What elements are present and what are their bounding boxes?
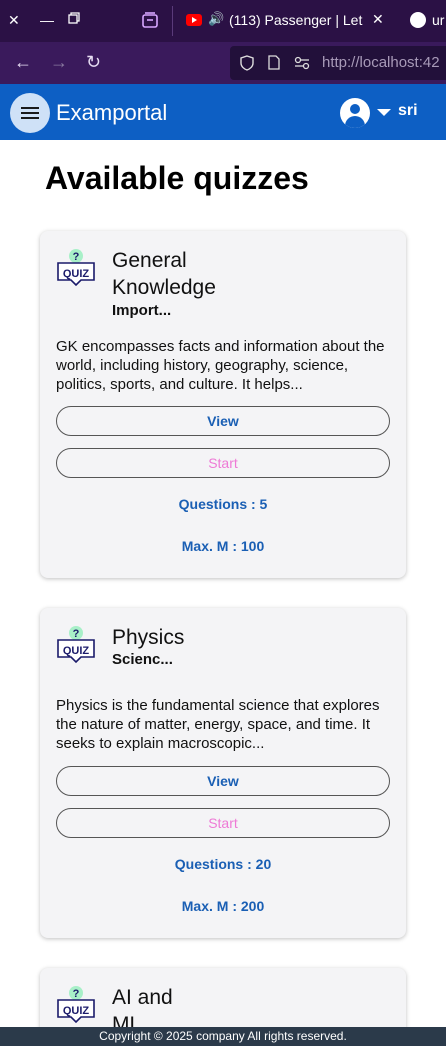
menu-icon [21, 107, 39, 109]
svg-text:?: ? [73, 988, 80, 1000]
tab-title[interactable]: (113) Passenger | Let H [229, 12, 365, 28]
youtube-icon [186, 14, 202, 26]
quiz-title: General Knowledge [112, 249, 216, 299]
window-minimize-icon[interactable]: — [40, 12, 54, 28]
svg-text:?: ? [73, 628, 80, 640]
username[interactable]: sri [398, 102, 418, 120]
start-button[interactable]: Start [56, 448, 390, 478]
permissions-icon[interactable] [294, 56, 310, 70]
app-header: Examportal sri [0, 84, 446, 140]
back-arrow-icon[interactable]: ← [14, 52, 32, 73]
browser-nav-bar: ← → ↻ http://localhost:42 [0, 42, 446, 84]
quiz-card: ? QUIZ General Knowledge Import... GK en… [40, 231, 406, 578]
account-icon[interactable] [340, 98, 370, 128]
forward-arrow-icon[interactable]: → [50, 52, 68, 73]
page-icon [268, 55, 280, 70]
quiz-category: Scienc... [112, 651, 173, 668]
caret-down-icon[interactable] [377, 109, 391, 116]
page-title: Available quizzes [45, 160, 309, 196]
quiz-card: ? QUIZ Physics Scienc... Physics is the … [40, 608, 406, 938]
tab-separator [172, 6, 173, 36]
menu-button[interactable] [10, 93, 50, 133]
footer: Copyright © 2025 company All rights rese… [0, 1027, 446, 1046]
reload-icon[interactable]: ↻ [86, 52, 101, 73]
tab-close-icon[interactable]: ✕ [372, 11, 384, 28]
max-marks: Max. M : 100 [181, 538, 265, 554]
svg-text:QUIZ: QUIZ [63, 1005, 90, 1017]
tab2-title[interactable]: ur [432, 12, 444, 28]
browser-tab-bar: ✕ — 🔊 (113) Passenger | Let H ✕ ur [0, 0, 446, 42]
view-button[interactable]: View [56, 406, 390, 436]
quiz-logo-icon: ? QUIZ [57, 986, 95, 1024]
start-button[interactable]: Start [56, 808, 390, 838]
quiz-description: Physics is the fundamental science that … [56, 697, 380, 752]
app-title[interactable]: Examportal [56, 100, 167, 126]
max-marks: Max. M : 200 [181, 898, 265, 914]
quiz-logo-icon: ? QUIZ [57, 249, 95, 287]
window-close-icon[interactable]: ✕ [8, 13, 22, 27]
questions-count: Questions : 5 [178, 496, 268, 512]
svg-text:?: ? [73, 251, 80, 263]
quiz-description: GK encompasses facts and information abo… [56, 338, 385, 393]
speaker-icon[interactable]: 🔊 [208, 11, 224, 27]
questions-count: Questions : 20 [174, 856, 272, 872]
quiz-category: Import... [112, 302, 172, 319]
svg-text:QUIZ: QUIZ [63, 645, 90, 657]
github-icon [410, 12, 426, 28]
url-bar[interactable]: http://localhost:42 [230, 46, 446, 80]
view-button[interactable]: View [56, 766, 390, 796]
tab-overview-icon[interactable] [140, 10, 160, 30]
shield-icon[interactable] [240, 55, 254, 71]
quiz-title: Physics [112, 626, 185, 649]
svg-text:QUIZ: QUIZ [63, 268, 90, 280]
url-text[interactable]: http://localhost:42 [322, 54, 440, 71]
window-restore-icon[interactable] [68, 12, 80, 24]
quiz-logo-icon: ? QUIZ [57, 626, 95, 664]
